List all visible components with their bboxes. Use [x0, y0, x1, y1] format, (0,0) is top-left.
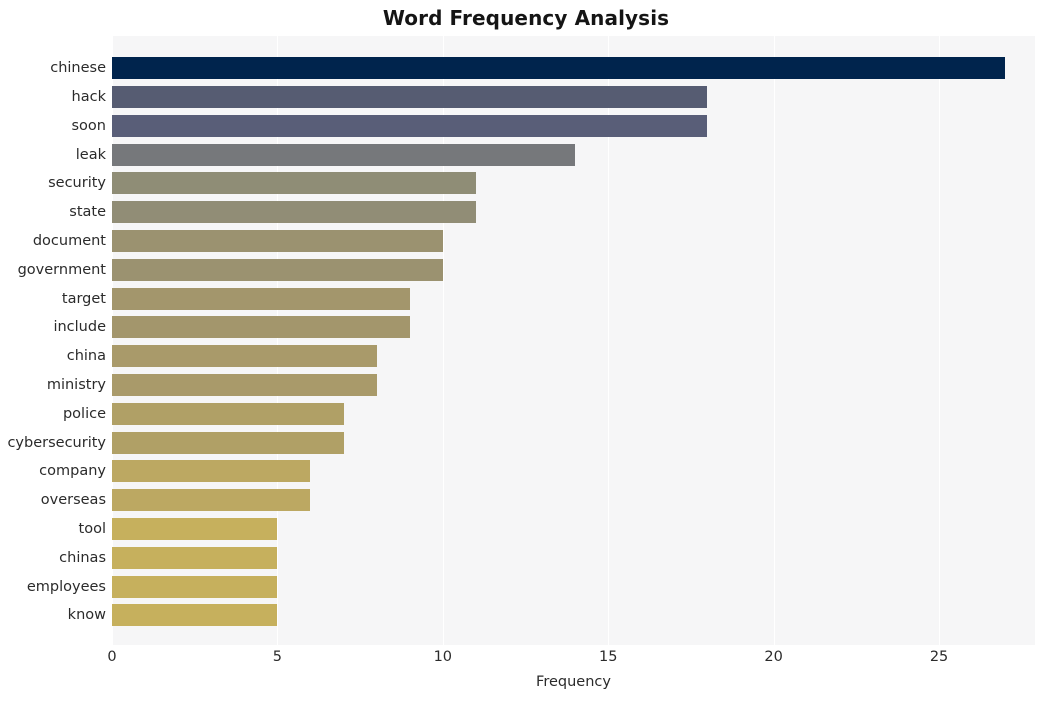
x-axis-tick-labels: 0 5 10 15 20 25 — [0, 649, 1052, 671]
y-tick-label-police: police — [62, 405, 106, 422]
y-tick-label-government: government — [17, 261, 106, 278]
bar-leak — [112, 143, 576, 166]
y-tick-label-tool: tool — [78, 520, 106, 537]
y-tick-label-soon: soon — [71, 117, 107, 134]
y-tick-label-employees: employees — [26, 578, 106, 595]
bar-document — [112, 230, 443, 252]
bar-know — [112, 604, 278, 627]
bar-target — [112, 287, 410, 310]
bars-layer — [112, 36, 1035, 645]
y-tick-label-overseas: overseas — [40, 492, 106, 509]
y-tick-label-china: china — [66, 348, 106, 365]
bar-employees — [112, 575, 278, 598]
chart-figure: Word Frequency Analysis chinese hack soon l… — [0, 0, 1052, 701]
x-tick-label-20: 20 — [764, 649, 783, 665]
y-tick-label-chinas: chinas — [59, 549, 106, 566]
y-tick-label-leak: leak — [75, 146, 106, 163]
bar-hack — [112, 86, 708, 109]
plot-area — [112, 36, 1035, 645]
y-tick-label-target: target — [61, 290, 106, 307]
y-tick-label-chinese: chinese — [50, 60, 106, 77]
y-tick-label-ministry: ministry — [46, 376, 106, 393]
chart-title: Word Frequency Analysis — [382, 6, 670, 30]
bar-state — [112, 201, 476, 224]
y-tick-label-hack: hack — [71, 89, 106, 106]
bar-chinas — [112, 546, 278, 569]
bar-overseas — [112, 489, 311, 512]
y-tick-label-security: security — [48, 175, 106, 192]
y-tick-label-document: document — [32, 233, 106, 249]
bar-ministry — [112, 373, 377, 396]
bar-chinese — [112, 57, 1006, 80]
y-axis-tick-labels: chinese hack soon leak security state document… — [0, 36, 106, 645]
bar-soon — [112, 114, 708, 137]
x-tick-label-10: 10 — [433, 649, 453, 665]
y-tick-label-know: know — [67, 607, 106, 624]
x-tick-label-0: 0 — [107, 649, 117, 665]
x-tick-label-15: 15 — [599, 649, 618, 665]
x-axis-title: Frequency — [536, 674, 611, 690]
y-tick-label-cybersecurity: cybersecurity — [7, 434, 106, 451]
bar-company — [112, 460, 311, 483]
bar-police — [112, 402, 344, 425]
y-tick-label-include: include — [53, 319, 106, 336]
x-tick-label-25: 25 — [929, 649, 949, 665]
y-tick-label-state: state — [69, 204, 106, 221]
bar-china — [112, 345, 377, 368]
bar-cybersecurity — [112, 431, 344, 454]
x-tick-label-5: 5 — [272, 649, 283, 665]
bar-security — [112, 172, 476, 195]
bar-include — [112, 316, 410, 339]
bar-tool — [112, 517, 278, 540]
bar-government — [112, 258, 443, 281]
y-tick-label-company: company — [39, 463, 106, 480]
